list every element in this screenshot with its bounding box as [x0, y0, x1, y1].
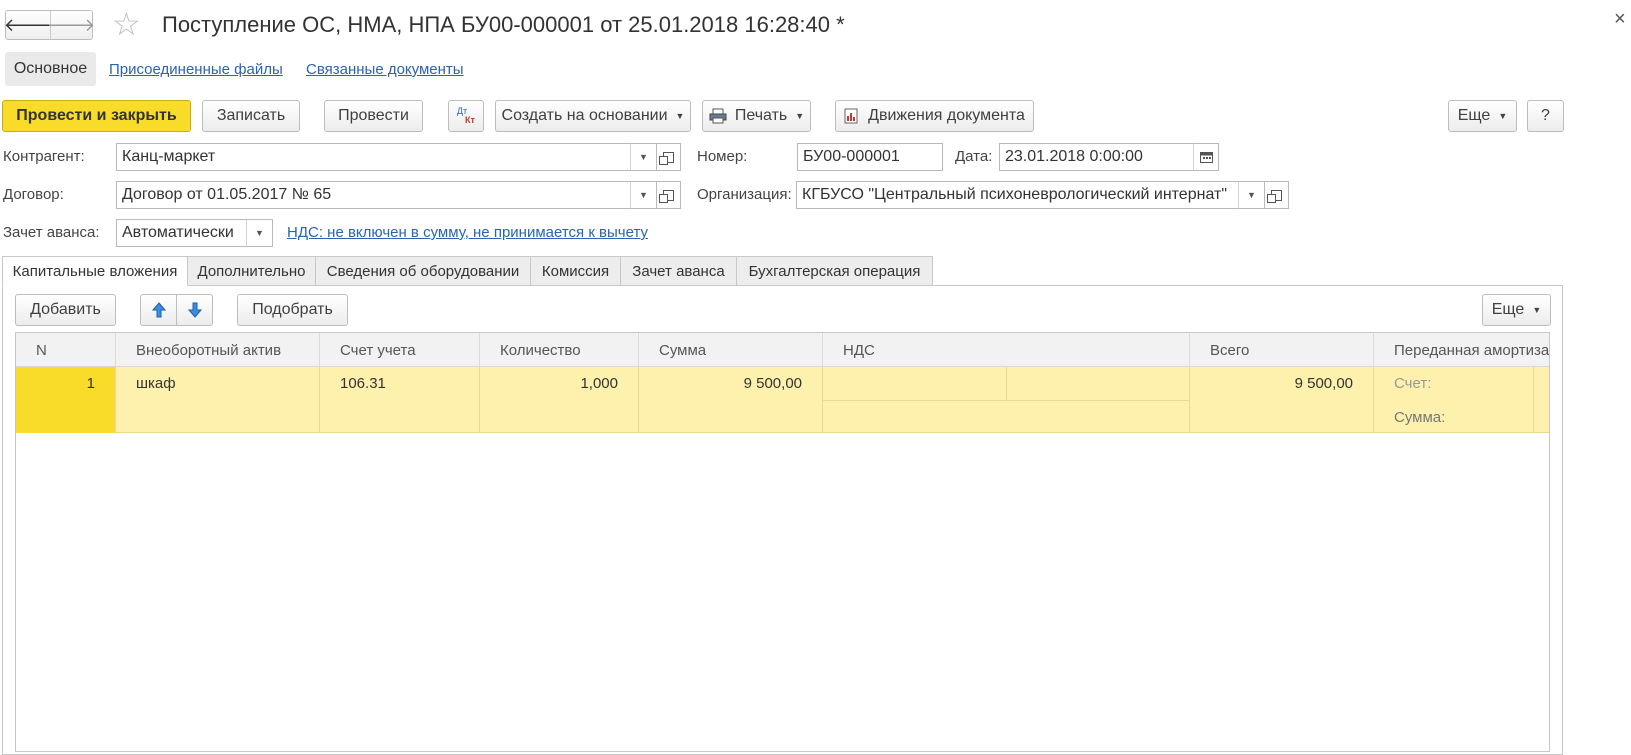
row-quantity-cell[interactable]: 1,000 — [480, 367, 639, 433]
add-row-button[interactable]: Добавить — [15, 294, 116, 326]
column-header-sum[interactable]: Сумма — [639, 333, 823, 367]
document-movements-button[interactable]: Движения документа — [835, 100, 1034, 132]
close-icon[interactable]: × — [1614, 8, 1626, 31]
print-label: Печать — [734, 107, 788, 124]
forward-arrow-icon: 🡒 — [46, 14, 96, 35]
move-down-button[interactable] — [176, 294, 213, 326]
contract-label: Договор: — [3, 186, 64, 203]
row-account-cell[interactable]: 106.31 — [320, 367, 480, 433]
dt-kt-button[interactable]: Дт Кт — [448, 100, 484, 132]
contract-open-icon[interactable] — [656, 181, 681, 209]
tab-accounting-operation[interactable]: Бухгалтерская операция — [736, 256, 933, 286]
date-label: Дата: — [955, 148, 993, 165]
contract-dropdown-icon[interactable]: ▼ — [630, 181, 657, 209]
table-more-button[interactable]: Еще ▼ — [1482, 294, 1551, 326]
calendar-icon[interactable] — [1193, 143, 1219, 171]
organization-open-icon[interactable] — [1264, 181, 1289, 209]
tab-equipment-info[interactable]: Сведения об оборудовании — [315, 256, 531, 286]
column-header-asset[interactable]: Внеоборотный актив — [116, 333, 320, 367]
tab-capital-investments[interactable]: Капитальные вложения — [2, 256, 188, 286]
tab-advance-offset[interactable]: Зачет аванса — [620, 256, 737, 286]
vat-settings-link[interactable]: НДС: не включен в сумму, не принимается … — [287, 224, 648, 241]
counterparty-label: Контрагент: — [3, 148, 85, 165]
column-header-quantity[interactable]: Количество — [480, 333, 639, 367]
row-n-cell[interactable]: 1 — [16, 367, 116, 433]
back-button[interactable]: 🡐 — [3, 11, 53, 39]
row-asset-cell[interactable]: шкаф — [116, 367, 320, 433]
advance-offset-dropdown-icon[interactable]: ▼ — [246, 219, 273, 247]
table-more-label: Еще — [1491, 301, 1525, 318]
number-field[interactable]: БУ00-000001 — [797, 143, 943, 171]
row-depreciation-account-cell[interactable]: Счет: — [1374, 367, 1534, 401]
print-button[interactable]: Печать ▼ — [702, 100, 811, 132]
dropdown-arrow-icon: ▼ — [1498, 111, 1508, 121]
printer-icon — [709, 108, 727, 124]
nav-group: 🡐 🡒 — [3, 10, 96, 40]
counterparty-open-icon[interactable] — [656, 143, 681, 171]
arrow-up-icon — [151, 302, 166, 318]
dropdown-arrow-icon: ▼ — [1532, 305, 1542, 315]
row-total-cell[interactable]: 9 500,00 — [1190, 367, 1374, 433]
advance-offset-field[interactable]: Автоматически — [116, 219, 247, 247]
forward-button[interactable]: 🡒 — [46, 11, 96, 39]
more-button[interactable]: Еще ▼ — [1448, 100, 1517, 132]
row-vat-amount-cell[interactable] — [1007, 367, 1190, 401]
document-movements-label: Движения документа — [868, 107, 1025, 124]
section-related-documents[interactable]: Связанные документы — [306, 61, 464, 78]
column-header-vat[interactable]: НДС — [823, 333, 1190, 367]
post-and-close-button[interactable]: Провести и закрыть — [2, 100, 191, 132]
more-label: Еще — [1457, 107, 1491, 124]
create-based-on-button[interactable]: Создать на основании ▼ — [495, 100, 691, 132]
window-title: Поступление ОС, НМА, НПА БУ00-000001 от … — [162, 12, 845, 37]
favorite-star-icon[interactable]: ☆ — [112, 6, 141, 42]
report-icon — [844, 108, 858, 124]
organization-field[interactable]: КГБУСО "Центральный психоневрологический… — [796, 181, 1239, 209]
advance-offset-label: Зачет аванса: — [3, 224, 100, 241]
row-vat-rate-cell[interactable] — [823, 367, 1007, 401]
column-header-total[interactable]: Всего — [1190, 333, 1374, 367]
date-field[interactable]: 23.01.2018 0:00:00 — [999, 143, 1195, 171]
counterparty-dropdown-icon[interactable]: ▼ — [630, 143, 657, 171]
save-button[interactable]: Записать — [202, 100, 300, 132]
dt-kt-icon-bottom: Кт — [465, 115, 475, 125]
number-label: Номер: — [697, 148, 748, 165]
contract-field[interactable]: Договор от 01.05.2017 № 65 — [116, 181, 631, 209]
counterparty-field[interactable]: Канц-маркет — [116, 143, 631, 171]
organization-label: Организация: — [697, 186, 792, 203]
back-arrow-icon: 🡐 — [3, 14, 53, 35]
pick-button[interactable]: Подобрать — [237, 294, 348, 326]
organization-dropdown-icon[interactable]: ▼ — [1238, 181, 1265, 209]
help-button[interactable]: ? — [1527, 100, 1564, 132]
column-header-n[interactable]: N — [16, 333, 116, 367]
section-main[interactable]: Основное — [5, 52, 96, 86]
arrow-down-icon — [187, 302, 202, 318]
column-header-account[interactable]: Счет учета — [320, 333, 480, 367]
move-up-button[interactable] — [140, 294, 177, 326]
dropdown-arrow-icon: ▼ — [675, 111, 685, 121]
row-sum-cell[interactable]: 9 500,00 — [639, 367, 823, 433]
dropdown-arrow-icon: ▼ — [795, 111, 805, 121]
row-vat-account-cell[interactable] — [823, 401, 1190, 433]
tab-additional[interactable]: Дополнительно — [187, 256, 316, 286]
row-depreciation-sum-cell[interactable]: Сумма: — [1374, 401, 1534, 433]
tab-commission[interactable]: Комиссия — [530, 256, 621, 286]
post-button[interactable]: Провести — [324, 100, 423, 132]
section-attached-files[interactable]: Присоединенные файлы — [109, 61, 283, 78]
column-header-depreciation[interactable]: Переданная амортиза — [1374, 333, 1549, 367]
create-based-on-label: Создать на основании — [501, 107, 668, 124]
